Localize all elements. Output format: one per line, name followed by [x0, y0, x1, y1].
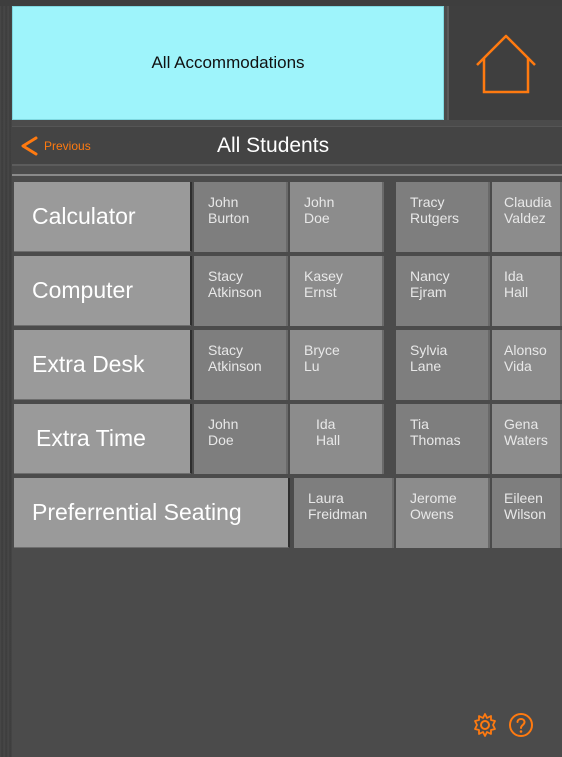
student-cell[interactable]: John Doe — [290, 182, 384, 252]
student-cell[interactable]: Nancy Ejram — [396, 256, 490, 326]
chevron-left-icon — [21, 136, 38, 156]
previous-button[interactable]: Previous — [18, 135, 91, 157]
student-cell[interactable]: John Doe — [194, 404, 288, 474]
divider — [12, 174, 562, 176]
accommodation-label[interactable]: Computer — [14, 256, 192, 326]
footer-icons — [472, 712, 534, 738]
accommodation-label[interactable]: Calculator — [14, 182, 192, 252]
student-cell[interactable]: Claudia Valdez — [492, 182, 562, 252]
accommodation-row: Calculator John Burton John Doe Tracy Ru… — [14, 182, 562, 254]
home-icon — [475, 34, 536, 94]
accommodation-grid: Calculator John Burton John Doe Tracy Ru… — [14, 182, 562, 552]
accommodation-row: Computer Stacy Atkinson Kasey Ernst Nanc… — [14, 256, 562, 328]
student-cell[interactable]: Sylvia Lane — [396, 330, 490, 400]
student-cell[interactable]: Bryce Lu — [290, 330, 384, 400]
student-cell[interactable]: Laura Freidman — [294, 478, 394, 548]
accommodation-label[interactable]: Extra Desk — [14, 330, 192, 400]
window-frame — [0, 0, 12, 757]
student-cell[interactable]: Stacy Atkinson — [194, 330, 288, 400]
student-cell[interactable]: Ida Hall — [492, 256, 562, 326]
accommodation-row: Extra Desk Stacy Atkinson Bryce Lu Sylvi… — [14, 330, 562, 402]
accommodation-row: Extra Time John Doe Ida Hall Tia Thomas … — [14, 404, 562, 476]
accommodation-label[interactable]: Preferrential Seating — [14, 478, 290, 548]
student-cell[interactable]: John Burton — [194, 182, 288, 252]
student-cell[interactable]: Ida Hall — [290, 404, 384, 474]
student-cell[interactable]: Tia Thomas — [396, 404, 490, 474]
student-cell[interactable]: Eileen Wilson — [492, 478, 562, 548]
gear-icon[interactable] — [472, 712, 498, 738]
student-cell[interactable]: Jerome Owens — [396, 478, 490, 548]
student-cell[interactable]: Tracy Rutgers — [396, 182, 490, 252]
home-button[interactable] — [447, 6, 562, 120]
previous-label: Previous — [44, 139, 91, 153]
student-cell[interactable]: Alonso Vida — [492, 330, 562, 400]
student-cell[interactable]: Stacy Atkinson — [194, 256, 288, 326]
student-cell[interactable]: Gena Waters — [492, 404, 562, 474]
accommodation-row: Preferrential Seating Laura Freidman Jer… — [14, 478, 562, 550]
student-cell[interactable]: Kasey Ernst — [290, 256, 384, 326]
accommodations-banner[interactable]: All Accommodations — [12, 6, 444, 120]
accommodation-label[interactable]: Extra Time — [14, 404, 192, 474]
nav-bar: Previous All Students — [12, 126, 562, 166]
nav-title: All Students — [217, 134, 330, 157]
help-icon[interactable] — [508, 712, 534, 738]
banner-title: All Accommodations — [151, 53, 305, 72]
app-view: All Accommodations Previous All Students… — [12, 6, 562, 757]
